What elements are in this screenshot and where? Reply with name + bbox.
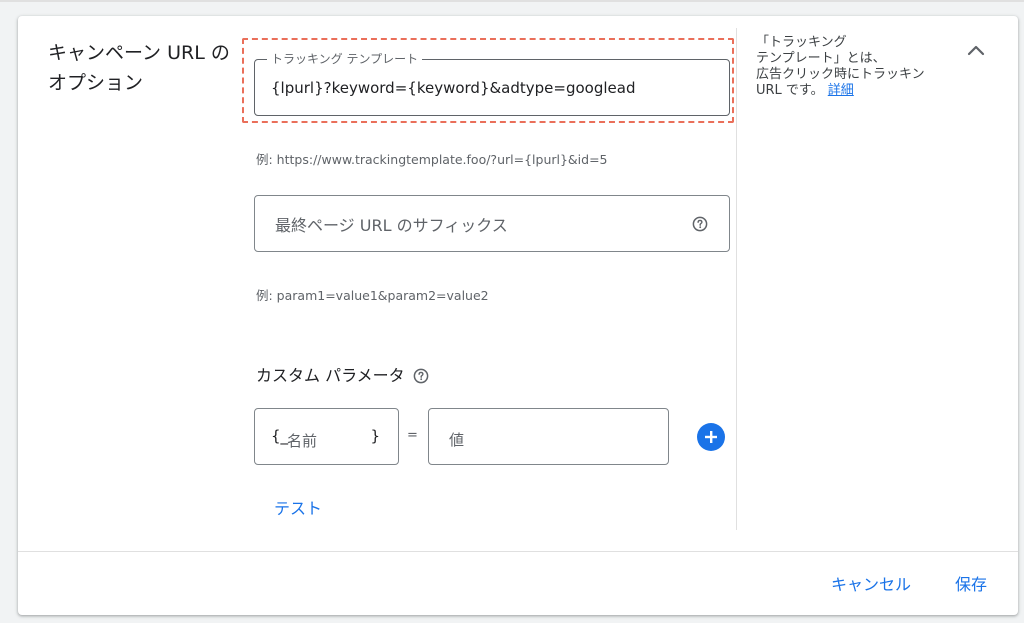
name-prefix: {_ xyxy=(271,427,289,445)
chevron-up-icon xyxy=(967,45,985,56)
final-url-suffix-example: 例: param1=value1&param2=value2 xyxy=(256,288,489,303)
tracking-template-value[interactable]: {lpurl}?keyword={keyword}&adtype=googlea… xyxy=(271,78,635,98)
learn-more-link[interactable]: 詳細 xyxy=(828,83,854,98)
tracking-template-field[interactable]: トラッキング テンプレート {lpurl}?keyword={keyword}&… xyxy=(254,51,730,116)
equals-sign: = xyxy=(407,428,418,443)
tracking-template-label: トラッキング テンプレート xyxy=(267,51,423,67)
add-parameter-button[interactable] xyxy=(697,423,725,451)
final-url-suffix-placeholder: 最終ページ URL のサフィックス xyxy=(275,216,508,235)
help-text: 「トラッキング テンプレート」とは、 広告クリック時にトラッキン URL です。… xyxy=(756,35,925,98)
section-title: キャンペーン URL の オプション xyxy=(48,42,230,94)
name-suffix: } xyxy=(370,427,380,445)
tracking-template-example: 例: https://www.trackingtemplate.foo/?url… xyxy=(256,152,608,167)
final-url-suffix-field[interactable]: 最終ページ URL のサフィックス xyxy=(254,195,730,252)
help-circle-icon[interactable] xyxy=(413,368,429,384)
collapse-button[interactable] xyxy=(962,36,990,64)
custom-param-name-field[interactable]: {_ 名前 } xyxy=(254,408,399,465)
test-button[interactable]: テスト xyxy=(274,498,322,520)
footer-divider xyxy=(18,551,1018,552)
plus-icon xyxy=(705,431,717,443)
cancel-button[interactable]: キャンセル xyxy=(831,574,911,596)
custom-parameters-title: カスタム パラメータ xyxy=(256,366,429,386)
value-placeholder: 値 xyxy=(449,431,465,449)
name-placeholder: 名前 xyxy=(287,432,318,450)
top-divider xyxy=(0,0,1024,2)
custom-param-value-field[interactable]: 値 xyxy=(428,408,669,465)
save-button[interactable]: 保存 xyxy=(955,574,987,596)
campaign-url-options-card: キャンペーン URL の オプション トラッキング テンプレート {lpurl}… xyxy=(18,16,1018,615)
help-circle-icon[interactable] xyxy=(691,215,709,233)
vertical-divider xyxy=(736,28,737,530)
